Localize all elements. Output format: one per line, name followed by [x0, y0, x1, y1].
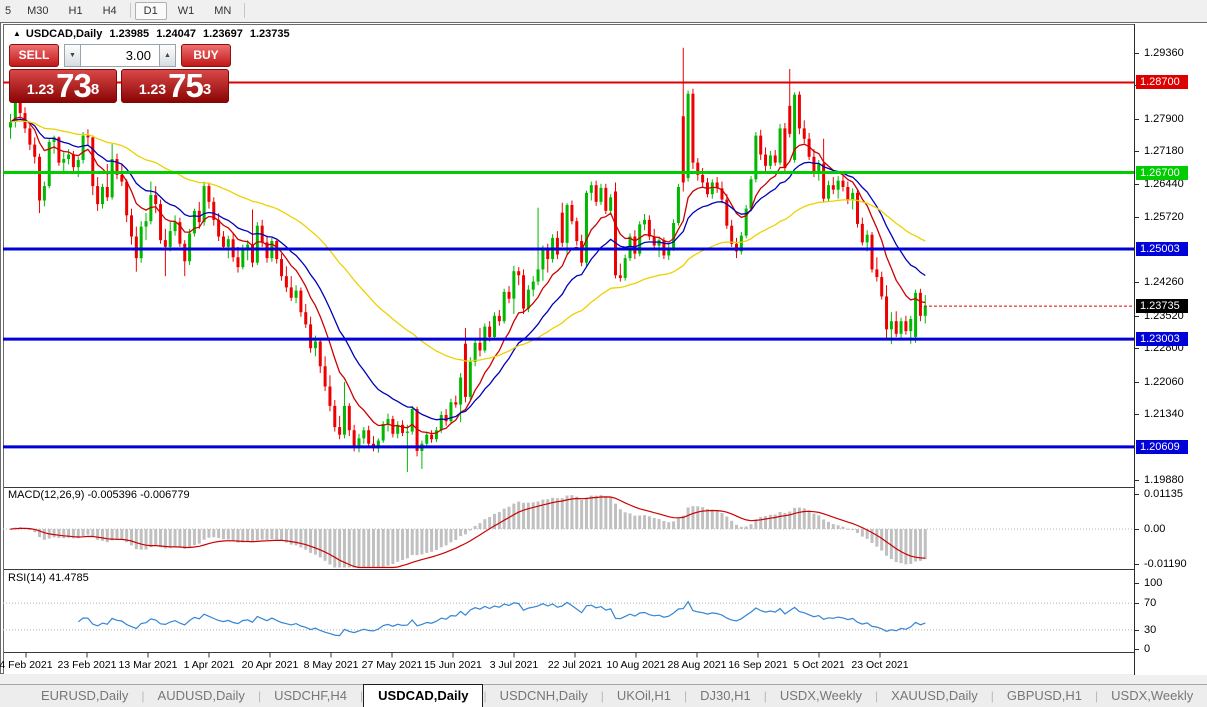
chart-tab-dj30-h1[interactable]: DJ30,H1: [687, 685, 764, 707]
chart-tab-audusd-daily[interactable]: AUDUSD,Daily: [145, 685, 258, 707]
price-level-tag: 1.26700: [1136, 166, 1188, 180]
timeframe-w1-button[interactable]: W1: [169, 2, 204, 20]
price-chart-canvas[interactable]: [3, 24, 1134, 675]
price-level-tag: 1.20609: [1136, 440, 1188, 454]
buy-button[interactable]: BUY: [181, 44, 231, 67]
chart-symbol-title: USDCAD,Daily: [26, 28, 102, 40]
price-level-tag: 1.23003: [1136, 332, 1188, 346]
volume-increase-button[interactable]: ▲: [159, 44, 176, 67]
chart-tab-usdchf-h4[interactable]: USDCHF,H4: [261, 685, 360, 707]
chart-tab-usdx-weekly[interactable]: USDX,Weekly: [767, 685, 875, 707]
price-axis-label: 1.27180: [1144, 145, 1184, 157]
price-axis-label: 1.25720: [1144, 211, 1184, 223]
chart-tab-gbpusd-h1[interactable]: GBPUSD,H1: [994, 685, 1095, 707]
price-axis-tick: [1135, 53, 1139, 54]
price-axis-tick: [1135, 184, 1139, 185]
ohlc-high: 1.24047: [156, 28, 196, 40]
volume-input[interactable]: 3.00: [81, 44, 159, 67]
chart-tab-xauusd-daily[interactable]: XAUUSD,Daily: [878, 685, 991, 707]
price-level-tag: 1.28700: [1136, 75, 1188, 89]
price-axis-tick: [1135, 316, 1139, 317]
price-axis-label: 1.27900: [1144, 113, 1184, 125]
price-axis-tick: [1135, 119, 1139, 120]
sell-price-main: 73: [56, 71, 91, 101]
chart-tab-usdcnh-daily[interactable]: USDCNH,Daily: [487, 685, 601, 707]
rsi-axis-tick: [1135, 630, 1139, 631]
timeframe-m30-button[interactable]: M30: [18, 2, 57, 20]
macd-axis-tick: [1135, 529, 1139, 530]
chart-tab-usdx-weekly[interactable]: USDX,Weekly: [1098, 685, 1206, 707]
price-axis-tick: [1135, 217, 1139, 218]
ohlc-open: 1.23985: [109, 28, 149, 40]
rsi-caption: RSI(14) 41.4785: [8, 572, 89, 584]
price-axis-label: 1.24260: [1144, 276, 1184, 288]
price-axis-tick: [1135, 282, 1139, 283]
price-axis-tick: [1135, 414, 1139, 415]
price-axis[interactable]: 1.293601.286401.279001.271801.264401.257…: [1134, 24, 1207, 675]
bottom-gap: [0, 674, 1207, 684]
price-axis-tick: [1135, 151, 1139, 152]
rsi-axis-label: 100: [1144, 577, 1162, 589]
toolbar-separator: [130, 3, 131, 18]
timeframe-m5-button[interactable]: 5: [1, 2, 16, 20]
macd-axis-tick: [1135, 494, 1139, 495]
sell-price-tile[interactable]: 1.23 73 8: [9, 69, 117, 103]
timeframe-toolbar: 5 M30 H1 H4 D1 W1 MN: [0, 0, 1207, 21]
collapse-panel-icon[interactable]: ▲: [13, 29, 21, 38]
buy-price-pip: 3: [203, 70, 211, 110]
rsi-axis-tick: [1135, 603, 1139, 604]
chart-window: ▲ USDCAD,Daily 1.23985 1.24047 1.23697 1.…: [0, 22, 1207, 674]
timeframe-d1-button[interactable]: D1: [135, 2, 167, 20]
timeframe-mn-button[interactable]: MN: [205, 2, 240, 20]
sell-price-pip: 8: [91, 70, 99, 110]
rsi-axis-label: 30: [1144, 624, 1156, 636]
price-axis-tick: [1135, 382, 1139, 383]
timeframe-h4-button[interactable]: H4: [94, 2, 126, 20]
date-axis-label: 23 Oct 2021: [840, 659, 920, 671]
timeframe-h1-button[interactable]: H1: [60, 2, 92, 20]
price-axis-label: 1.26440: [1144, 178, 1184, 190]
chart-header: ▲ USDCAD,Daily 1.23985 1.24047 1.23697 1.…: [13, 28, 290, 40]
macd-axis-label: 0.00: [1144, 523, 1165, 535]
ohlc-close: 1.23735: [250, 28, 290, 40]
rsi-axis-tick: [1135, 649, 1139, 650]
buy-price-prefix: 1.23: [139, 77, 166, 101]
chart-tab-usdcad-daily[interactable]: USDCAD,Daily: [363, 684, 483, 707]
trading-terminal-window: 5 M30 H1 H4 D1 W1 MN ▲ USDCAD,Daily 1.239…: [0, 0, 1207, 707]
chart-tab-ukoil-h1[interactable]: UKOil,H1: [604, 685, 684, 707]
macd-axis-label: -0.01190: [1144, 558, 1187, 570]
volume-decrease-button[interactable]: ▼: [64, 44, 81, 67]
current-price-tag: 1.23735: [1136, 299, 1188, 313]
price-axis-label: 1.22060: [1144, 376, 1184, 388]
rsi-axis-label: 70: [1144, 597, 1156, 609]
price-axis-label: 1.19880: [1144, 474, 1184, 486]
sell-price-prefix: 1.23: [27, 77, 54, 101]
sell-button[interactable]: SELL: [9, 44, 59, 67]
one-click-trade-panel: SELL ▼ 3.00 ▲ BUY 1.23 73 8 1.23 75 3: [9, 44, 231, 103]
price-axis-label: 1.29360: [1144, 47, 1184, 59]
toolbar-separator: [244, 3, 245, 18]
chart-tab-bar: EURUSD,Daily|AUDUSD,Daily|USDCHF,H4|USDC…: [0, 684, 1207, 707]
price-level-tag: 1.25003: [1136, 242, 1188, 256]
rsi-axis-tick: [1135, 583, 1139, 584]
price-axis-tick: [1135, 348, 1139, 349]
chart-tab-eurusd-daily[interactable]: EURUSD,Daily: [28, 685, 141, 707]
buy-price-main: 75: [168, 71, 203, 101]
price-axis-label: 1.21340: [1144, 408, 1184, 420]
buy-price-tile[interactable]: 1.23 75 3: [121, 69, 229, 103]
macd-axis-label: 0.01135: [1144, 488, 1183, 500]
macd-caption: MACD(12,26,9) -0.005396 -0.006779: [8, 489, 190, 501]
rsi-axis-label: 0: [1144, 643, 1150, 655]
price-axis-tick: [1135, 480, 1139, 481]
ohlc-low: 1.23697: [203, 28, 243, 40]
macd-axis-tick: [1135, 564, 1139, 565]
